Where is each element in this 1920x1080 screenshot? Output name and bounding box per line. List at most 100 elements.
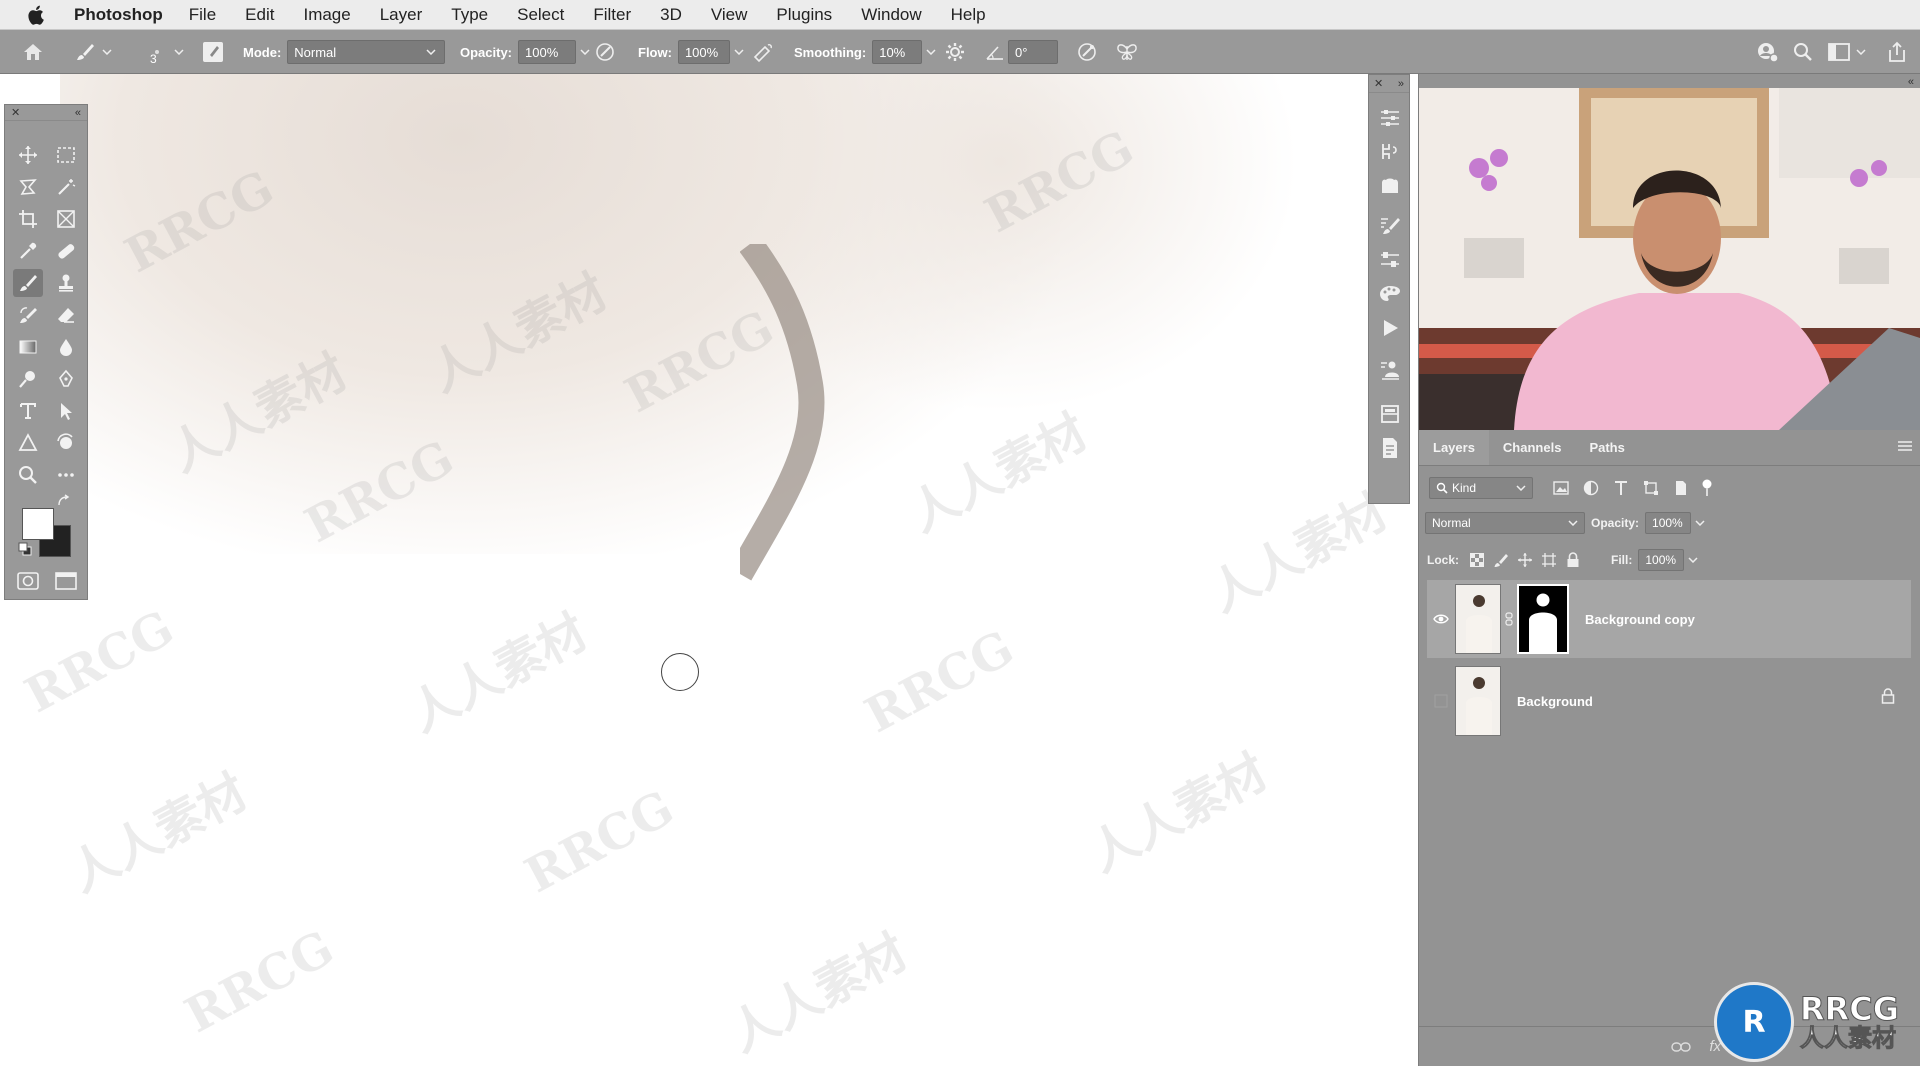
filter-smart-objects[interactable] — [1669, 476, 1693, 500]
marquee-tool[interactable] — [51, 141, 81, 169]
filter-adjustment-layers[interactable] — [1579, 476, 1603, 500]
character-panel-button[interactable] — [1377, 357, 1403, 383]
move-tool[interactable] — [13, 141, 43, 169]
gradient-tool[interactable] — [13, 333, 43, 361]
lasso-tool[interactable] — [13, 173, 43, 201]
airbrush-toggle[interactable] — [750, 30, 776, 74]
opacity-slider-chevron[interactable] — [580, 46, 592, 58]
layer-visibility-toggle[interactable] — [1427, 687, 1455, 715]
collapse-icon[interactable]: « — [1908, 76, 1914, 88]
layer-blend-mode-select[interactable]: Normal — [1425, 512, 1585, 534]
menu-window[interactable]: Window — [861, 5, 921, 25]
tool-preset-picker[interactable] — [72, 30, 114, 74]
quick-mask-button[interactable] — [13, 567, 43, 595]
brushes-panel-button[interactable] — [1377, 213, 1403, 239]
share-cloud-button[interactable] — [1754, 30, 1780, 74]
chain-link-icon[interactable] — [1505, 612, 1513, 626]
path-selection-tool[interactable] — [51, 397, 81, 425]
flow-input[interactable]: 100% — [677, 40, 730, 64]
magic-wand-tool[interactable] — [51, 173, 81, 201]
blur-tool[interactable] — [51, 333, 81, 361]
tab-layers[interactable]: Layers — [1419, 429, 1489, 465]
layer-row-background[interactable]: Background — [1427, 662, 1911, 740]
home-button[interactable] — [20, 30, 46, 74]
fill-input[interactable]: 100% — [1638, 549, 1685, 571]
menu-plugins[interactable]: Plugins — [776, 5, 832, 25]
brush-settings-panel-button[interactable] — [1377, 247, 1403, 273]
pressure-opacity-toggle[interactable] — [592, 30, 618, 74]
history-panel-button[interactable] — [1377, 139, 1403, 165]
opacity-input[interactable]: 100% — [518, 40, 577, 64]
frame-tool[interactable] — [51, 205, 81, 233]
type-tool[interactable] — [13, 397, 43, 425]
properties-panel-button[interactable] — [1377, 105, 1403, 131]
flow-slider-chevron[interactable] — [734, 46, 746, 58]
menu-edit[interactable]: Edit — [245, 5, 274, 25]
notes-panel-button[interactable] — [1377, 435, 1403, 461]
screen-mode-button[interactable] — [51, 567, 81, 595]
glyphs-panel-button[interactable] — [1377, 173, 1403, 199]
layer-mask-thumbnail[interactable] — [1517, 584, 1569, 654]
filter-pixel-layers[interactable] — [1549, 476, 1573, 500]
link-layers-icon[interactable] — [1671, 1041, 1692, 1052]
smoothing-slider-chevron[interactable] — [926, 46, 938, 58]
close-icon[interactable]: ✕ — [11, 106, 20, 119]
menu-filter[interactable]: Filter — [593, 5, 631, 25]
menu-3d[interactable]: 3D — [660, 5, 682, 25]
layer-opacity-chevron[interactable] — [1695, 520, 1705, 526]
history-brush-tool[interactable] — [13, 301, 43, 329]
swap-colors-button[interactable] — [53, 491, 73, 511]
menu-image[interactable]: Image — [303, 5, 350, 25]
actions-panel-button[interactable] — [1377, 315, 1403, 341]
tab-paths[interactable]: Paths — [1575, 429, 1638, 465]
dodge-tool[interactable] — [13, 365, 43, 393]
smoothing-input[interactable]: 10% — [872, 40, 923, 64]
eyedropper-tool[interactable] — [13, 237, 43, 265]
filter-toggle[interactable] — [1695, 476, 1719, 500]
fill-chevron[interactable] — [1688, 557, 1698, 563]
layer-opacity-input[interactable]: 100% — [1645, 512, 1692, 534]
apple-icon[interactable] — [26, 4, 48, 26]
brush-settings-toggle[interactable] — [200, 30, 226, 74]
brush-angle-input[interactable]: 0° — [1008, 40, 1058, 64]
layer-row-background-copy[interactable]: Background copy — [1427, 580, 1911, 658]
pressure-size-toggle[interactable] — [1074, 30, 1100, 74]
expand-icon[interactable]: » — [1398, 78, 1404, 90]
menu-type[interactable]: Type — [451, 5, 488, 25]
mode-select[interactable]: Normal — [287, 40, 446, 64]
menu-layer[interactable]: Layer — [380, 5, 423, 25]
filter-kind-select[interactable]: Kind — [1429, 477, 1533, 499]
search-button[interactable] — [1790, 30, 1816, 74]
menu-help[interactable]: Help — [951, 5, 986, 25]
foreground-color-swatch[interactable] — [22, 508, 54, 540]
tab-channels[interactable]: Channels — [1489, 429, 1576, 465]
zoom-tool[interactable] — [13, 461, 43, 489]
workspace-switcher[interactable] — [1826, 30, 1868, 74]
lock-transparent-pixels-button[interactable] — [1465, 548, 1489, 572]
symmetry-button[interactable] — [1114, 30, 1140, 74]
document-canvas[interactable]: RRCG 人人素材 RRCG 人人素材 RRCG 人人素材 RRCG 人人素材 … — [0, 74, 1420, 1080]
share-button[interactable] — [1884, 30, 1910, 74]
hand-rotate-tool[interactable] — [51, 429, 81, 457]
menu-select[interactable]: Select — [517, 5, 564, 25]
edit-toolbar-button[interactable] — [51, 461, 81, 489]
healing-brush-tool[interactable] — [51, 237, 81, 265]
collapse-icon[interactable]: « — [75, 107, 81, 119]
smoothing-options-button[interactable] — [942, 30, 968, 74]
crop-tool[interactable] — [13, 205, 43, 233]
close-icon[interactable]: ✕ — [1374, 77, 1383, 90]
lock-all-button[interactable] — [1561, 548, 1585, 572]
app-name-menu[interactable]: Photoshop — [74, 5, 163, 25]
default-colors-button[interactable] — [17, 541, 33, 557]
shape-tool[interactable] — [13, 429, 43, 457]
clone-stamp-tool[interactable] — [51, 269, 81, 297]
pen-tool[interactable] — [51, 365, 81, 393]
libraries-panel-button[interactable] — [1377, 401, 1403, 427]
lock-artboard-button[interactable] — [1537, 548, 1561, 572]
filter-shape-layers[interactable] — [1639, 476, 1663, 500]
layer-visibility-toggle[interactable] — [1427, 605, 1455, 633]
lock-position-button[interactable] — [1513, 548, 1537, 572]
filter-type-layers[interactable] — [1609, 476, 1633, 500]
brush-tool[interactable] — [13, 269, 43, 297]
panel-menu-icon[interactable] — [1897, 440, 1913, 452]
